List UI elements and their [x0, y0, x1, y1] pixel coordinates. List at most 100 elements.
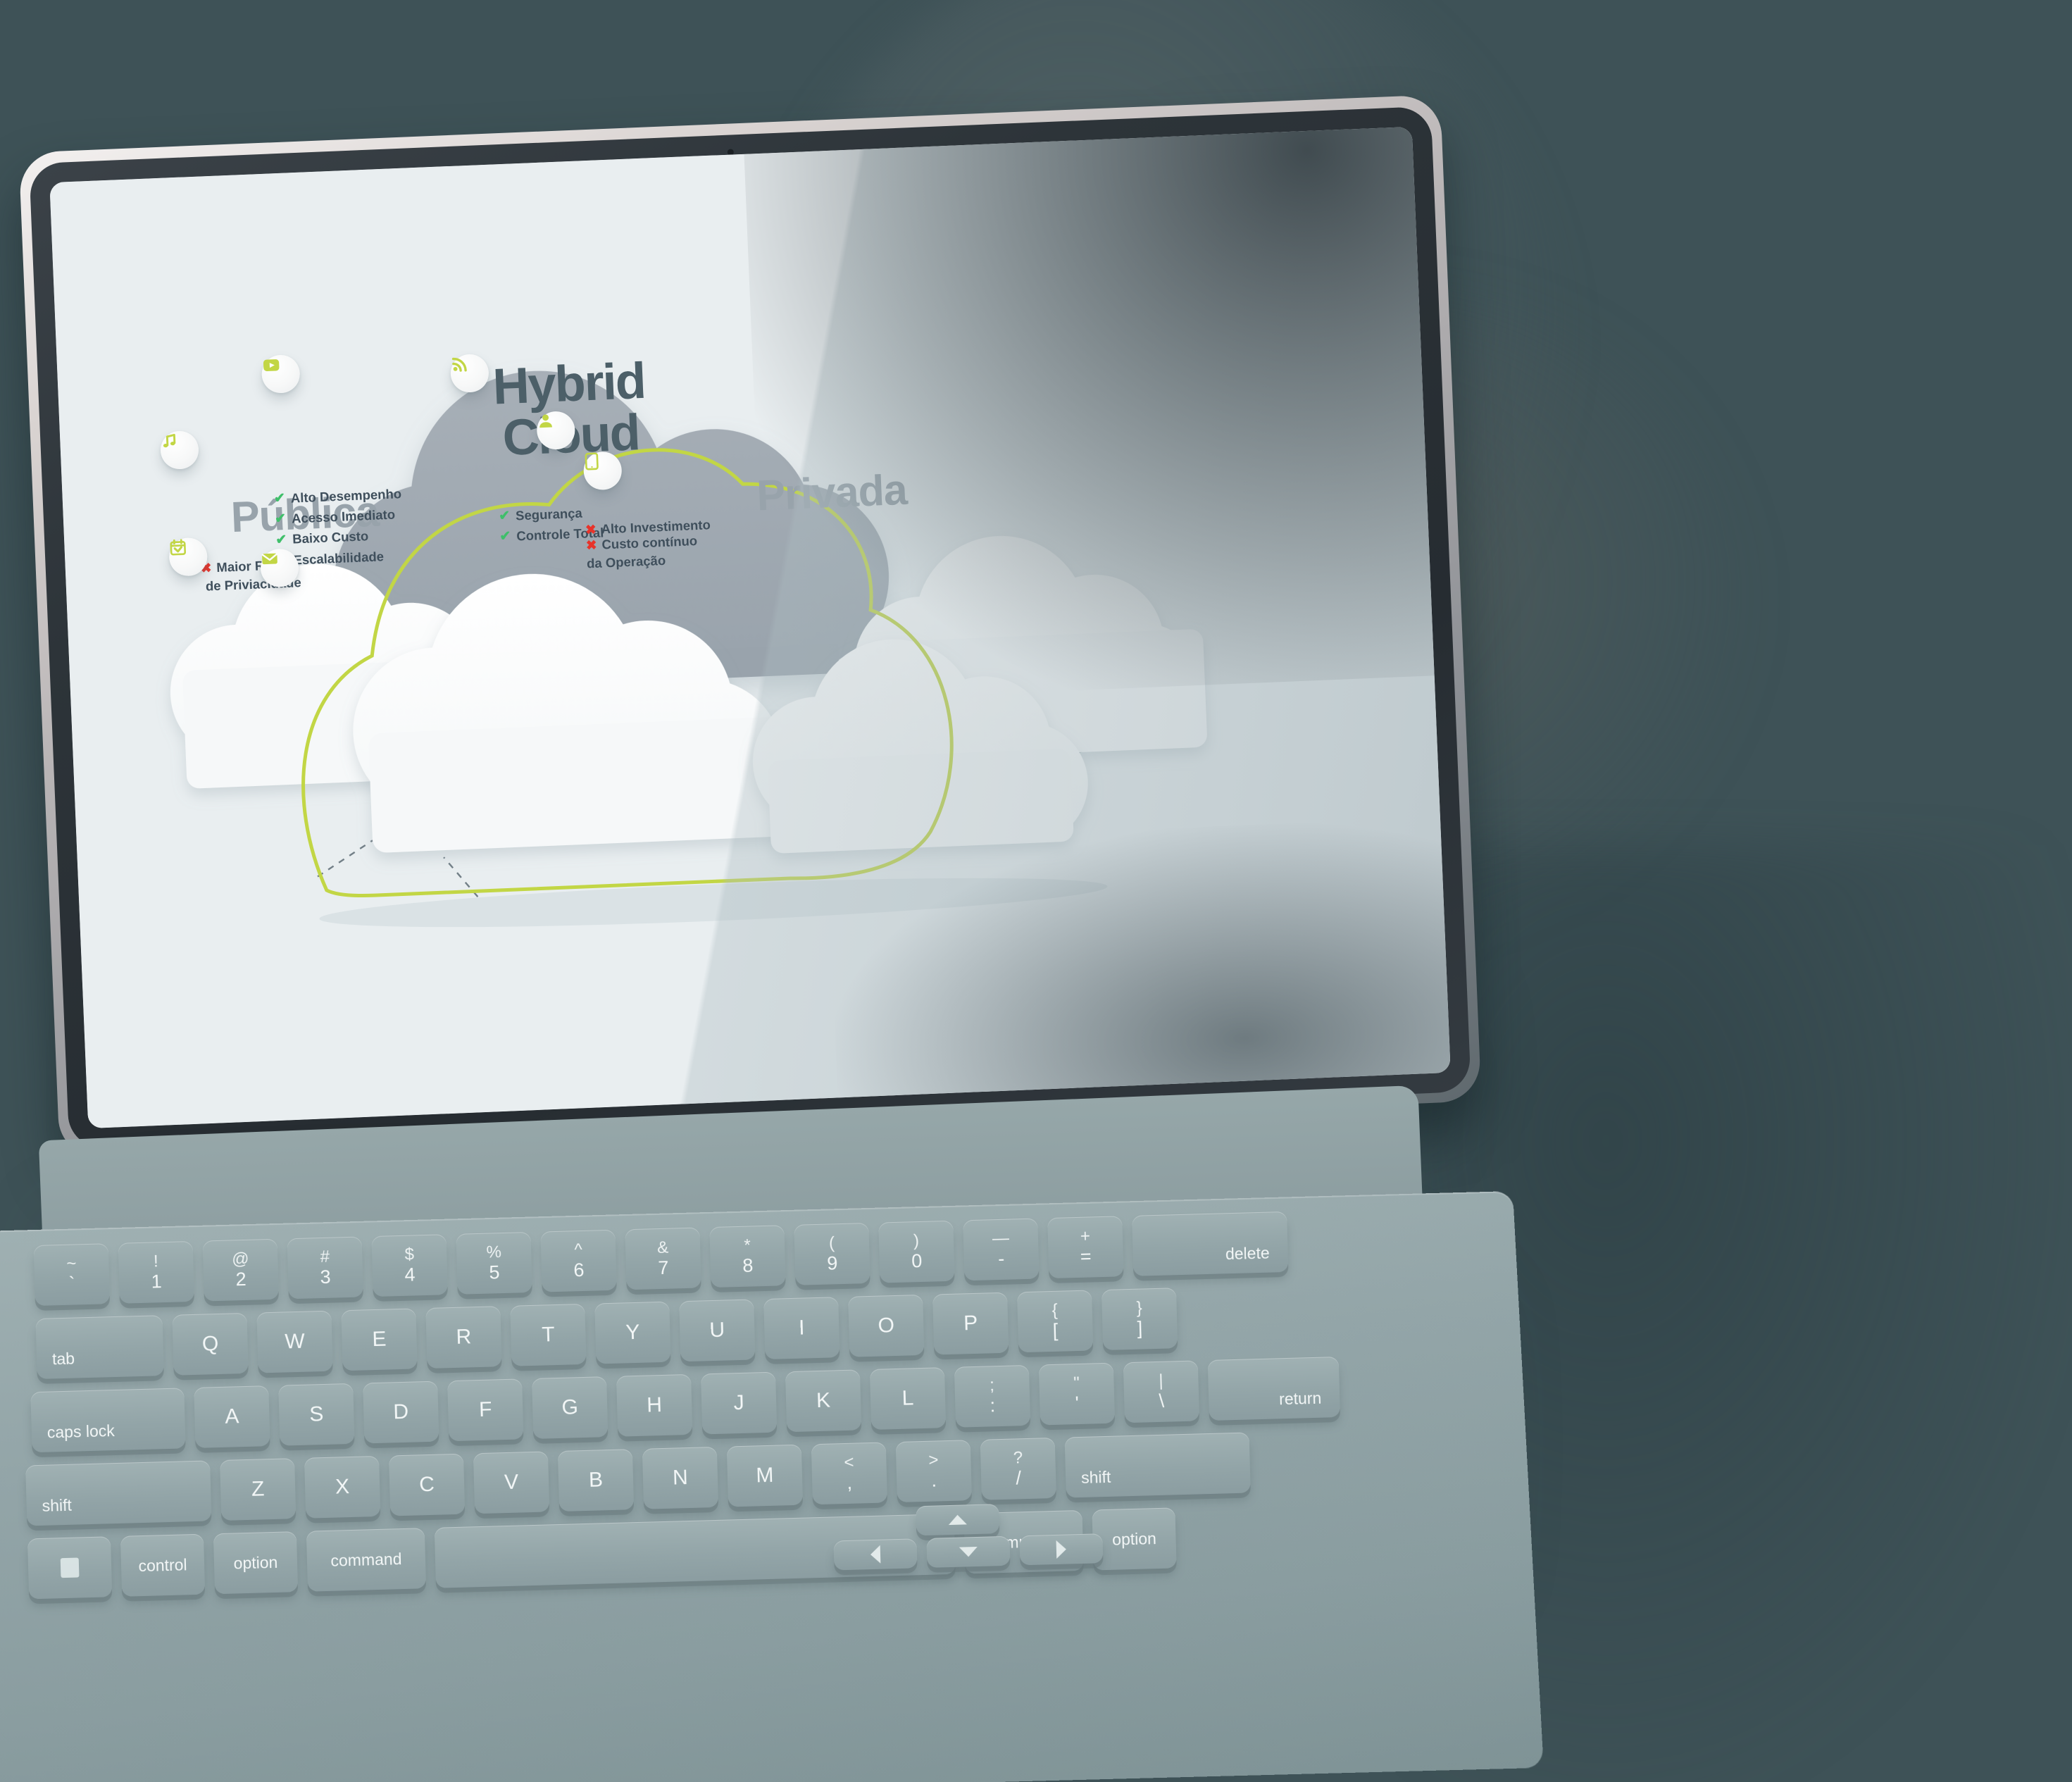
key-2[interactable]: @2	[202, 1238, 279, 1302]
key-t[interactable]: T	[510, 1303, 587, 1366]
key-top-legend: <	[844, 1452, 854, 1473]
key-x[interactable]: X	[304, 1455, 381, 1519]
key-command[interactable]: command	[306, 1528, 427, 1592]
key-label: X	[335, 1475, 350, 1499]
key-top-legend: @	[231, 1249, 249, 1269]
key-\[interactable]: | \	[1123, 1360, 1200, 1423]
key-label: option	[233, 1552, 278, 1573]
key-label: Z	[251, 1477, 265, 1501]
key-w[interactable]: W	[256, 1310, 333, 1373]
key-top-legend: )	[913, 1231, 920, 1251]
key-caps-lock[interactable]: caps lock	[30, 1388, 186, 1453]
globe-key-icon	[60, 1557, 80, 1578]
key-label: L	[901, 1386, 914, 1410]
key-`[interactable]: ~ `	[33, 1243, 110, 1307]
key-v[interactable]: V	[473, 1451, 550, 1514]
key-9[interactable]: (9	[794, 1222, 870, 1285]
key-n[interactable]: N	[642, 1446, 719, 1509]
key-label: shift	[1080, 1467, 1111, 1487]
key-=[interactable]: + =	[1047, 1216, 1124, 1279]
key-[[interactable]: {[	[1016, 1290, 1094, 1353]
tablet-screen[interactable]: Hybrid Cloud Pública Privada ✔ Alto Dese…	[49, 126, 1451, 1129]
key-.[interactable]: >.	[895, 1440, 972, 1503]
key-top-legend: +	[1080, 1226, 1091, 1246]
key-option[interactable]: option	[213, 1531, 299, 1595]
key-3[interactable]: #3	[287, 1236, 363, 1300]
key-shift[interactable]: shift	[25, 1460, 212, 1526]
key-j[interactable]: J	[700, 1371, 778, 1435]
key-tab[interactable]: tab	[35, 1315, 164, 1379]
key-label: D	[392, 1400, 409, 1424]
key-,[interactable]: <,	[811, 1442, 888, 1505]
key-y[interactable]: Y	[594, 1301, 671, 1364]
key-top-legend: —	[992, 1228, 1010, 1249]
key-h[interactable]: H	[616, 1373, 693, 1437]
key-bottom-legend: 2	[235, 1268, 247, 1290]
key-q[interactable]: Q	[172, 1312, 249, 1376]
key-top-legend: >	[928, 1450, 939, 1470]
globe-key[interactable]	[27, 1536, 113, 1600]
arrow-up-key[interactable]	[916, 1504, 1000, 1536]
key-5[interactable]: % 5	[456, 1231, 532, 1295]
key-p[interactable]: P	[932, 1292, 1009, 1355]
key-][interactable]: }]	[1101, 1288, 1178, 1351]
arrow-down-key[interactable]	[926, 1535, 1011, 1568]
arrow-right-key[interactable]	[1019, 1533, 1104, 1566]
key-l[interactable]: L	[869, 1367, 947, 1430]
arrow-right-icon	[1056, 1540, 1067, 1559]
cross-icon: ✖	[585, 521, 597, 537]
key-f[interactable]: F	[447, 1378, 524, 1442]
arrow-left-key[interactable]	[833, 1538, 918, 1571]
key-label: F	[478, 1397, 492, 1422]
key-k[interactable]: K	[785, 1369, 862, 1433]
key-label: control	[138, 1554, 187, 1575]
key-7[interactable]: & 7	[625, 1227, 701, 1290]
key--[interactable]: — -	[963, 1218, 1040, 1281]
key-e[interactable]: E	[341, 1308, 418, 1371]
arrow-down-icon	[959, 1546, 978, 1557]
key-i[interactable]: I	[763, 1297, 840, 1360]
key-label: H	[646, 1393, 663, 1417]
key-label: B	[588, 1468, 604, 1492]
tablet-device: Hybrid Cloud Pública Privada ✔ Alto Dese…	[0, 0, 1544, 1782]
key-bottom-legend: \	[1159, 1390, 1165, 1412]
key-0[interactable]: ) 0	[878, 1220, 955, 1283]
key-'[interactable]: " '	[1038, 1362, 1116, 1426]
key-6[interactable]: ^ 6	[540, 1229, 617, 1292]
key-delete[interactable]: delete	[1132, 1211, 1289, 1276]
key-1[interactable]: ! 1	[118, 1240, 194, 1304]
key-bottom-legend: 3	[320, 1266, 331, 1288]
key-d[interactable]: D	[363, 1381, 439, 1444]
key-control[interactable]: control	[120, 1533, 206, 1597]
key-/[interactable]: ? /	[980, 1437, 1056, 1500]
key-label: G	[561, 1395, 579, 1419]
key-bottom-legend: [	[1052, 1319, 1059, 1341]
key-u[interactable]: U	[679, 1299, 756, 1362]
private-cloud-label: Privada	[755, 465, 908, 520]
key-b[interactable]: B	[557, 1449, 635, 1512]
key-bottom-legend: `	[68, 1273, 76, 1295]
key-a[interactable]: A	[194, 1385, 270, 1448]
key-m[interactable]: M	[726, 1444, 804, 1507]
key-shift[interactable]: shift	[1064, 1432, 1251, 1498]
key-c[interactable]: C	[388, 1453, 466, 1516]
keyboard-keys: ~ `! 1 @2 #3 $4% 5 ^ 6 & 7 * 8(9) 0— - + = delete tab Q W E R…	[0, 1205, 1542, 1782]
key-:[interactable]: ;:	[954, 1364, 1031, 1428]
key-top-legend: ?	[1013, 1448, 1023, 1468]
key-return[interactable]: return	[1207, 1356, 1340, 1421]
key-bottom-legend: 8	[742, 1254, 754, 1276]
key-s[interactable]: S	[278, 1383, 355, 1446]
key-o[interactable]: O	[848, 1294, 925, 1357]
key-bottom-legend: 9	[826, 1252, 838, 1274]
key-top-legend: %	[486, 1242, 502, 1262]
key-label: A	[224, 1404, 239, 1428]
key-top-legend: !	[153, 1252, 159, 1271]
key-4[interactable]: $4	[371, 1234, 448, 1297]
key-top-legend: *	[744, 1235, 751, 1255]
key-top-legend: }	[1136, 1298, 1143, 1318]
key-g[interactable]: G	[532, 1376, 609, 1439]
key-label: R	[456, 1325, 472, 1349]
key-z[interactable]: Z	[220, 1458, 297, 1521]
key-8[interactable]: * 8	[709, 1225, 786, 1288]
key-r[interactable]: R	[425, 1306, 502, 1369]
